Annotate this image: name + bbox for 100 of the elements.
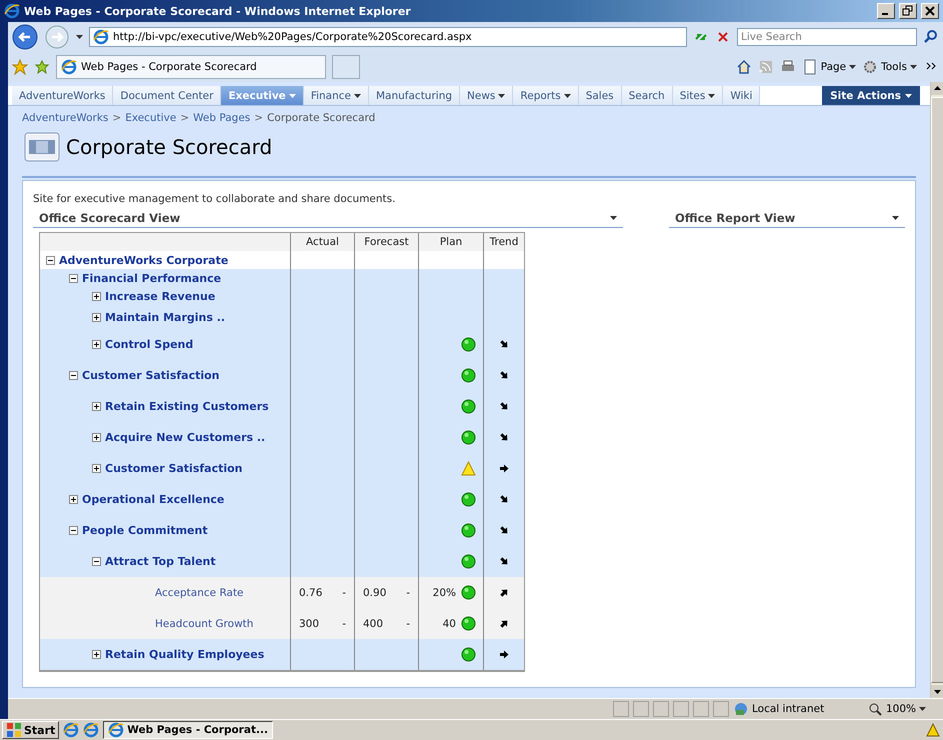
page-title: Corporate Scorecard bbox=[66, 135, 272, 159]
scrollbar[interactable] bbox=[930, 82, 943, 698]
add-favorite-icon[interactable] bbox=[34, 59, 50, 75]
breadcrumb-current: Corporate Scorecard bbox=[267, 112, 376, 124]
nav-tab[interactable]: News bbox=[460, 86, 514, 105]
breadcrumb-separator: > bbox=[254, 112, 264, 124]
caret-icon bbox=[288, 94, 296, 98]
breadcrumb-separator: > bbox=[180, 112, 190, 124]
objective-name[interactable]: Retain Quality Employees bbox=[105, 648, 264, 661]
browser-icon bbox=[93, 29, 109, 45]
expand-icon[interactable] bbox=[92, 650, 101, 659]
nav-tab[interactable]: Manufacturing bbox=[368, 86, 460, 105]
expand-icon[interactable] bbox=[92, 402, 101, 411]
address-field[interactable]: http://bi-vpc/executive/Web%20Pages/Corporate%20Scorecard.aspx bbox=[89, 27, 687, 47]
table-cell: 20% bbox=[432, 586, 456, 598]
scroll-down-icon[interactable] bbox=[931, 685, 943, 698]
collapse-icon[interactable] bbox=[46, 256, 55, 264]
globe-icon bbox=[733, 701, 749, 717]
collapse-icon[interactable] bbox=[69, 274, 78, 282]
table-cell: 400 bbox=[363, 618, 384, 630]
nav-tab[interactable]: Sales bbox=[578, 86, 622, 105]
windows-logo-icon bbox=[6, 722, 22, 738]
caret-icon bbox=[564, 94, 571, 98]
objective-name[interactable]: Customer Satisfaction bbox=[105, 462, 243, 475]
warning-icon[interactable] bbox=[925, 722, 941, 738]
browser-icon bbox=[4, 3, 20, 19]
caret-icon bbox=[849, 65, 856, 69]
toolbar-menu[interactable]: Tools bbox=[862, 59, 917, 75]
nav-tab[interactable]: Search bbox=[622, 86, 673, 105]
breadcrumb-link[interactable]: Web Pages bbox=[193, 112, 250, 124]
restore-icon[interactable] bbox=[899, 3, 917, 19]
nav-tab[interactable]: AdventureWorks bbox=[12, 86, 114, 105]
toolbar-menu[interactable]: Page bbox=[802, 59, 856, 75]
caret-icon bbox=[892, 216, 899, 220]
expand-icon[interactable] bbox=[92, 340, 101, 349]
taskbar-window-button[interactable]: Web Pages - Corporat... bbox=[103, 721, 273, 739]
expand-icon[interactable] bbox=[69, 495, 78, 504]
breadcrumb-link[interactable]: Executive bbox=[125, 112, 176, 124]
search-icon[interactable] bbox=[923, 29, 939, 45]
objective-name[interactable]: Retain Existing Customers bbox=[105, 400, 269, 413]
objective-name[interactable]: People Commitment bbox=[82, 524, 208, 537]
status-pane bbox=[653, 701, 669, 717]
browser-icon bbox=[61, 59, 77, 75]
search-field[interactable]: Live Search bbox=[737, 28, 917, 46]
objective-name[interactable]: Maintain Margins .. bbox=[105, 310, 226, 324]
site-actions-button[interactable]: Site Actions bbox=[822, 86, 920, 105]
collapse-icon[interactable] bbox=[69, 526, 78, 535]
status-pane bbox=[693, 701, 709, 717]
table-cell: - bbox=[406, 618, 410, 630]
caret-icon bbox=[919, 707, 926, 711]
caret-icon bbox=[354, 94, 361, 98]
objective-name[interactable]: Customer Satisfaction bbox=[82, 369, 220, 382]
window-title: Web Pages - Corporate Scorecard - Windows Internet Explorer bbox=[24, 4, 412, 18]
kpi-name[interactable]: Acceptance Rate bbox=[155, 586, 244, 598]
caret-icon bbox=[708, 94, 716, 98]
caret-icon bbox=[910, 65, 917, 69]
nav-tab[interactable]: Wiki bbox=[723, 86, 760, 105]
web-part-header[interactable]: Office Scorecard View bbox=[33, 209, 623, 228]
table-cell: - bbox=[406, 586, 410, 598]
web-part-title: Office Report View bbox=[675, 211, 796, 225]
status-pane bbox=[633, 701, 649, 717]
star-icon[interactable] bbox=[12, 59, 28, 75]
objective-name[interactable]: AdventureWorks Corporate bbox=[59, 254, 228, 266]
page-icon bbox=[802, 59, 818, 75]
breadcrumb-link[interactable]: AdventureWorks bbox=[22, 112, 108, 124]
objective-name[interactable]: Acquire New Customers .. bbox=[105, 431, 266, 444]
collapse-icon[interactable] bbox=[69, 371, 78, 380]
objective-name[interactable]: Control Spend bbox=[105, 338, 194, 351]
caret-icon bbox=[76, 35, 83, 39]
expand-icon[interactable] bbox=[92, 292, 101, 300]
close-icon[interactable] bbox=[921, 3, 939, 19]
objective-name[interactable]: Operational Excellence bbox=[82, 493, 224, 506]
collapse-icon[interactable] bbox=[92, 557, 101, 566]
page-icon bbox=[24, 132, 60, 162]
objective-name[interactable]: Increase Revenue bbox=[105, 290, 216, 302]
nav-tab[interactable]: Document Center bbox=[113, 86, 222, 105]
caret-icon bbox=[610, 216, 617, 220]
expand-icon[interactable] bbox=[92, 312, 101, 322]
home-icon[interactable] bbox=[736, 59, 752, 75]
expand-icon[interactable] bbox=[92, 433, 101, 442]
scroll-up-icon[interactable] bbox=[931, 82, 943, 95]
browser-icon bbox=[83, 722, 100, 738]
gear-icon bbox=[862, 59, 878, 75]
magnifier-icon bbox=[867, 701, 883, 717]
breadcrumb-separator: > bbox=[112, 112, 122, 124]
table-cell: - bbox=[342, 586, 346, 598]
back-icon[interactable] bbox=[12, 24, 38, 50]
browser-tab[interactable]: Web Pages - Corporate Scorecard bbox=[56, 55, 326, 79]
table-cell: 0.76 bbox=[299, 586, 322, 598]
minimize-icon[interactable] bbox=[877, 3, 895, 19]
nav-tab[interactable]: Finance bbox=[304, 86, 369, 105]
objective-name[interactable]: Attract Top Talent bbox=[105, 555, 216, 568]
nav-tab[interactable]: Sites bbox=[672, 86, 724, 105]
web-part-header[interactable]: Office Report View bbox=[669, 209, 905, 228]
nav-tab[interactable]: Reports bbox=[513, 86, 579, 105]
start-button[interactable]: Start bbox=[2, 721, 60, 739]
kpi-name[interactable]: Headcount Growth bbox=[155, 618, 254, 630]
zoom-control[interactable]: 100% bbox=[867, 701, 937, 717]
caret-icon bbox=[498, 94, 506, 98]
expand-icon[interactable] bbox=[92, 464, 101, 473]
